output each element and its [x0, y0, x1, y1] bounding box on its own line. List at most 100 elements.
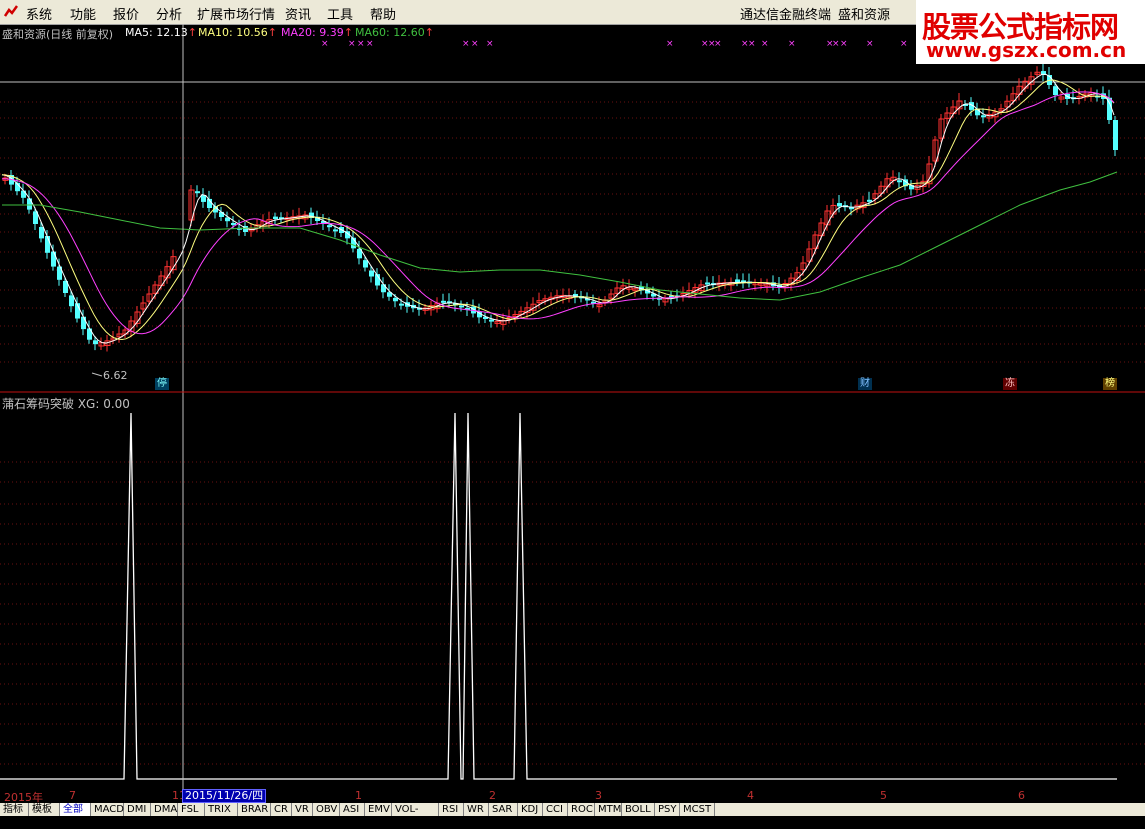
cursor-date-label: 2015/11/26/四	[182, 789, 267, 803]
tab-wr[interactable]: WR	[464, 803, 489, 816]
terminal-name: 通达信金融终端	[740, 8, 832, 23]
tab-sar[interactable]: SAR	[489, 803, 518, 816]
signal-x-mark: ×	[714, 39, 722, 49]
candle-down	[981, 115, 986, 118]
signal-x-mark: ×	[832, 39, 840, 49]
ma60-line	[2, 171, 1118, 301]
tab-boll[interactable]: BOLL	[622, 803, 655, 816]
tab-rsi[interactable]: RSI	[439, 803, 464, 816]
candle-down	[1053, 86, 1058, 95]
signal-x-mark: ×	[666, 39, 674, 49]
xg-line	[0, 412, 1117, 780]
candle-down	[363, 260, 368, 268]
candle-down	[489, 319, 494, 322]
event-finance-badge[interactable]: 财	[858, 378, 872, 390]
candle-down	[1113, 120, 1118, 150]
signal-x-mark: ×	[321, 39, 329, 49]
low-price-pointer	[91, 372, 103, 377]
tab-psy[interactable]: PSY	[655, 803, 680, 816]
date-axis-label: 2	[489, 789, 496, 802]
candle-down	[735, 279, 740, 283]
tab-brar[interactable]: BRAR	[238, 803, 271, 816]
tab-macd[interactable]: MACD	[91, 803, 124, 816]
candle-down	[39, 227, 44, 239]
candle-down	[201, 195, 206, 202]
tab-asi[interactable]: ASI	[340, 803, 365, 816]
date-axis-label: 5	[880, 789, 887, 802]
signal-x-mark: ×	[366, 39, 374, 49]
tab-roc[interactable]: ROC	[568, 803, 595, 816]
date-axis-label: 1	[355, 789, 362, 802]
stock-name: 盛和资源	[838, 8, 891, 23]
event-freeze-badge[interactable]: 冻	[1003, 378, 1017, 390]
candle-down	[69, 295, 74, 307]
signal-x-mark: ×	[486, 39, 494, 49]
candle-down	[837, 203, 842, 207]
candle-down	[231, 223, 236, 225]
tab-指标[interactable]: 指标	[0, 803, 29, 816]
candle-down	[399, 303, 404, 306]
tab-cr[interactable]: CR	[271, 803, 292, 816]
date-axis-label: 4	[747, 789, 754, 802]
candle-down	[459, 305, 464, 308]
candle-down	[381, 284, 386, 293]
tab-cci[interactable]: CCI	[543, 803, 568, 816]
signal-x-mark: ×	[471, 39, 479, 49]
signal-marks: × × × × × × × × × ×× × × × × ×× × × ×	[321, 39, 908, 49]
candle-down	[273, 216, 278, 219]
tab-mtm[interactable]: MTM	[595, 803, 622, 816]
menu-item-tools[interactable]: 工具	[327, 4, 353, 23]
candle-down	[87, 328, 92, 340]
tab-mcst[interactable]: MCST	[680, 803, 715, 816]
date-axis-label: 7	[69, 789, 76, 802]
candle-down	[21, 190, 26, 198]
tab-fsl[interactable]: FSL	[178, 803, 205, 816]
tab-trix[interactable]: TRIX	[205, 803, 238, 816]
candle-down	[441, 300, 446, 303]
chart-canvas[interactable]: × × × × × × × × × ×× × × × × ×× × × × 6.62	[0, 24, 1145, 789]
tab-dmi[interactable]: DMI	[124, 803, 151, 816]
ma10-label: MA10: 10.56↑	[198, 26, 277, 39]
candle-down	[333, 229, 338, 232]
event-ranking-badge[interactable]: 榜	[1103, 378, 1117, 390]
date-axis-label: 3	[595, 789, 602, 802]
signal-x-mark: ×	[348, 39, 356, 49]
signal-x-mark: ×	[462, 39, 470, 49]
candle-down	[45, 236, 50, 253]
menu-item-function[interactable]: 功能	[70, 4, 96, 23]
signal-x-mark: ×	[357, 39, 365, 49]
tab-模板[interactable]: 模板	[29, 803, 60, 816]
menu-item-extended-market[interactable]: 扩展市场行情	[197, 4, 275, 23]
menu-item-analysis[interactable]: 分析	[156, 4, 182, 23]
tab-全部[interactable]: 全部	[60, 803, 91, 816]
main-chart-title: 盛和资源(日线 前复权)	[2, 28, 114, 41]
signal-x-mark: ×	[900, 39, 908, 49]
menu-item-help[interactable]: 帮助	[370, 4, 396, 23]
candle-down	[369, 270, 374, 277]
signal-x-mark: ×	[748, 39, 756, 49]
candle-down	[393, 297, 398, 302]
candle-down	[867, 199, 872, 202]
low-price-label: 6.62	[103, 369, 128, 382]
candle-down	[27, 198, 32, 210]
ma60-label: MA60: 12.60↑	[355, 26, 434, 39]
candle-down	[705, 282, 710, 285]
tab-obv[interactable]: OBV	[313, 803, 340, 816]
menu-item-news[interactable]: 资讯	[285, 4, 311, 23]
candle-down	[51, 251, 56, 267]
tab-emv[interactable]: EMV	[365, 803, 392, 816]
candle-down	[81, 316, 86, 330]
ma5-label: MA5: 12.13↑	[125, 26, 197, 39]
tab-kdj[interactable]: KDJ	[518, 803, 543, 816]
event-suspend-badge[interactable]: 停	[155, 378, 169, 390]
candle-down	[327, 225, 332, 228]
menu-item-system[interactable]: 系统	[26, 4, 52, 23]
tab-vr[interactable]: VR	[292, 803, 313, 816]
candle-down	[93, 340, 98, 345]
app-logo-icon	[4, 5, 18, 17]
tab-vol-tdx[interactable]: VOL-TDX	[392, 803, 439, 828]
tab-dma[interactable]: DMA	[151, 803, 178, 816]
signal-x-mark: ×	[866, 39, 874, 49]
menu-item-quote[interactable]: 报价	[113, 4, 139, 23]
xg-signal-line	[0, 412, 1117, 780]
